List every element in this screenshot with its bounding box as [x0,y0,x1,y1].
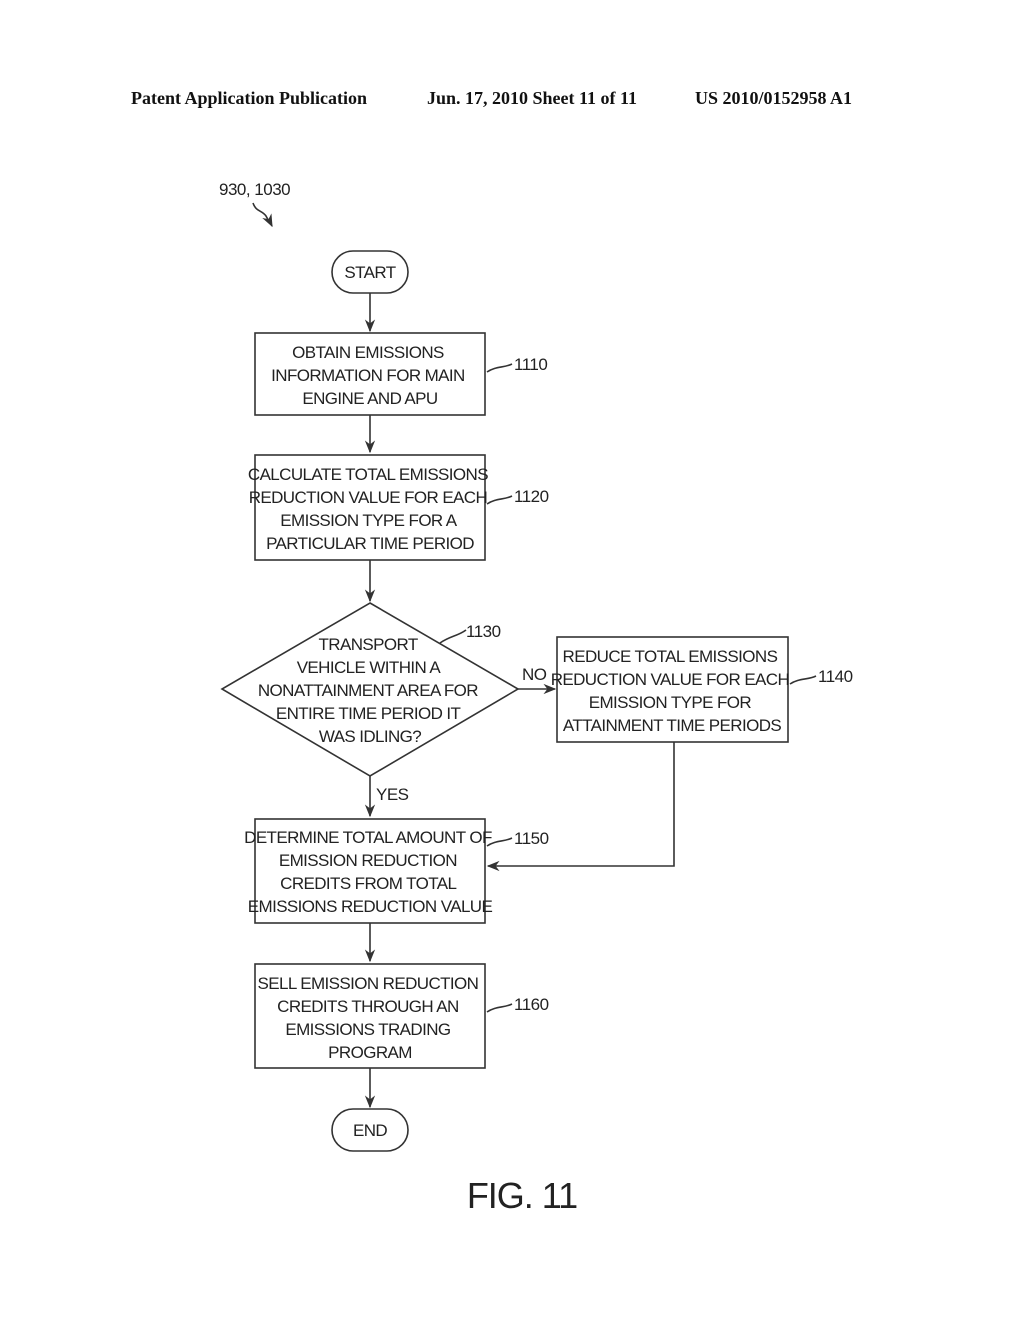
figure-reference-label: 930, 1030 [219,180,290,199]
step-1160: SELL EMISSION REDUCTION CREDITS THROUGH … [254,963,549,1069]
end-terminal: END [331,1108,409,1152]
step-1140: REDUCE TOTAL EMISSIONS REDUCTION VALUE F… [551,636,853,743]
decision-1130-leader [439,629,467,644]
step-1150-ref: 1150 [514,829,549,848]
step-1110-ref: 1110 [514,355,547,374]
end-label: END [353,1121,387,1140]
branch-yes-label: YES [376,785,409,804]
step-1120-ref: 1120 [514,487,549,506]
decision-1130-ref: 1130 [466,622,501,641]
step-1140-leader [789,675,817,685]
reference-arrow [252,202,273,228]
branch-no-label: NO [522,665,547,684]
step-1110: OBTAIN EMISSIONS INFORMATION FOR MAIN EN… [254,332,548,416]
start-terminal: START [331,250,409,294]
step-1110-leader [486,363,513,373]
start-label: START [344,263,395,282]
decision-1130: TRANSPORT VEHICLE WITHIN A NONATTAINMENT… [220,602,520,777]
step-1150: DETERMINE TOTAL AMOUNT OF EMISSION REDUC… [244,818,549,924]
step-1160-leader [486,1003,513,1013]
flowchart: 930, 1030 START OBTAIN EMISSIONS INFORMA… [219,180,853,1216]
step-1120: CALCULATE TOTAL EMISSIONS REDUCTION VALU… [248,454,549,561]
figure-label: FIG. 11 [467,1175,577,1216]
step-1160-ref: 1160 [514,995,549,1014]
step-1140-ref: 1140 [818,667,853,686]
